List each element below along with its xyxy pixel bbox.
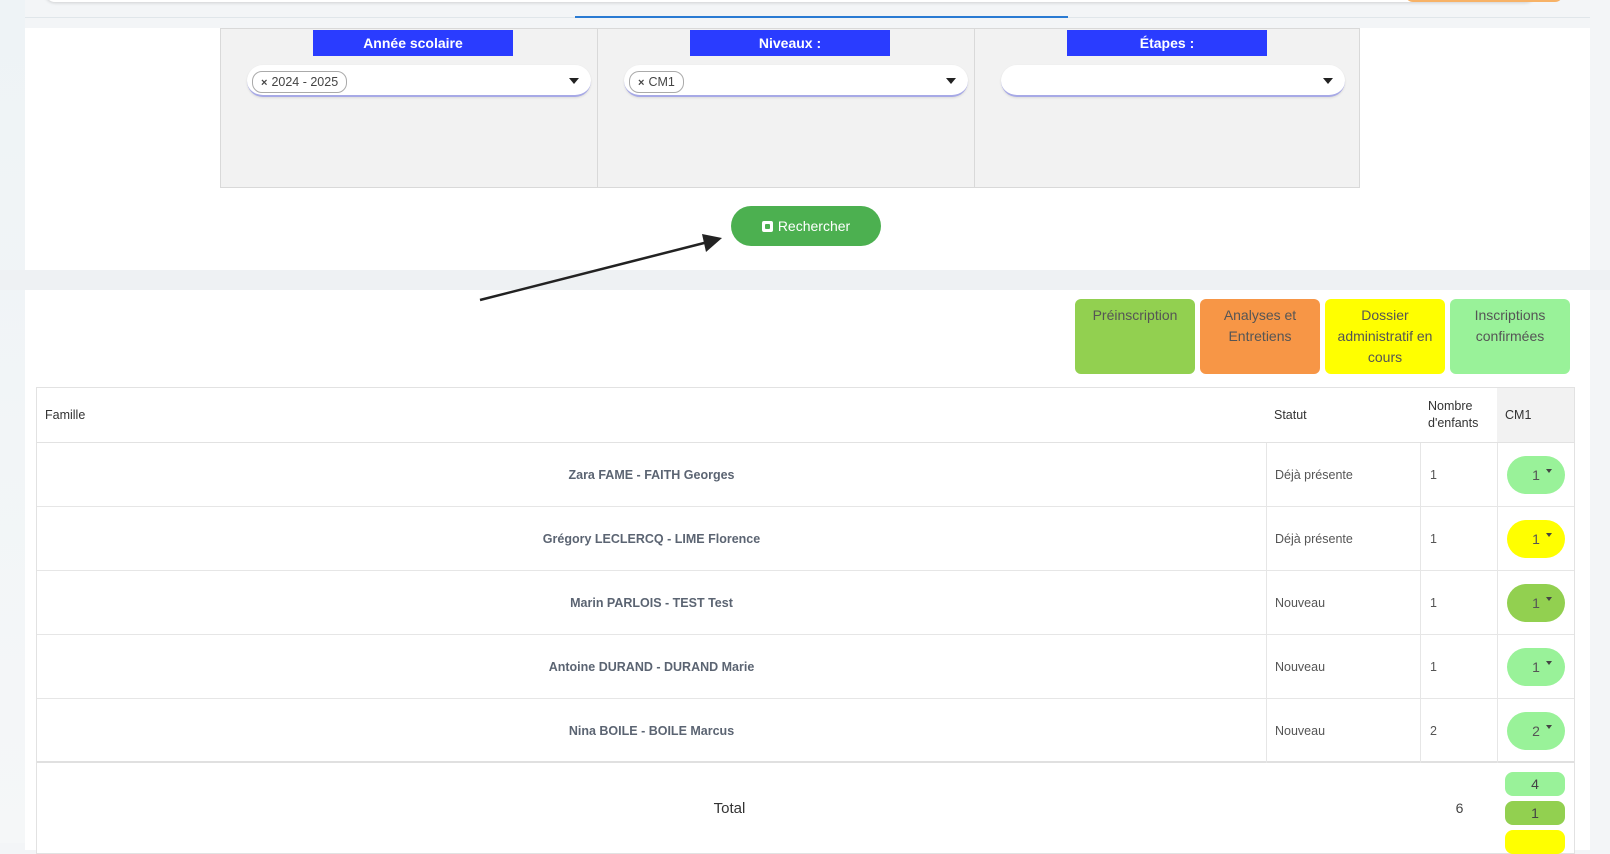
- nombre-cell: 1: [1420, 507, 1497, 571]
- total-preinscription: 1: [1505, 801, 1565, 825]
- header-cm1: CM1: [1497, 388, 1574, 442]
- cm1-count: 1: [1532, 531, 1540, 547]
- filter-annee-scolaire: Année scolaire × 2024 - 2025: [220, 28, 606, 188]
- cm1-dropdown[interactable]: 1: [1507, 456, 1565, 494]
- statut-cell: Nouveau: [1266, 635, 1420, 699]
- annotation-arrow: [479, 234, 722, 302]
- legend-preinscription: Préinscription: [1075, 299, 1195, 374]
- cm1-count: 1: [1532, 659, 1540, 675]
- table-header: Famille Statut Nombre d'enfants CM1: [37, 388, 1574, 443]
- total-dossier: [1505, 830, 1565, 854]
- search-button[interactable]: Rechercher: [731, 206, 881, 246]
- annee-chip-label: 2024 - 2025: [271, 75, 339, 89]
- total-row: Total 6 4 1: [37, 763, 1574, 854]
- legend-label: Analyses et Entretiens: [1223, 307, 1297, 344]
- table-row: Antoine DURAND - DURAND Marie Nouveau 1 …: [37, 635, 1574, 699]
- filter-etapes: Étapes :: [974, 28, 1360, 188]
- share-icon: [761, 221, 773, 232]
- table-row: Zara FAME - FAITH Georges Déjà présente …: [37, 443, 1574, 507]
- niveaux-chip[interactable]: × CM1: [629, 71, 684, 93]
- annee-select[interactable]: × 2024 - 2025: [247, 65, 591, 97]
- cm1-count: 1: [1532, 467, 1540, 483]
- caret-down-icon: [1546, 597, 1552, 601]
- active-tab-underline: [575, 16, 1068, 18]
- header-nombre: Nombre d'enfants: [1428, 399, 1479, 430]
- cm1-cell: 2: [1497, 699, 1574, 763]
- annee-chip[interactable]: × 2024 - 2025: [252, 71, 348, 93]
- total-nombre: 6: [1455, 800, 1464, 816]
- etapes-select[interactable]: [1001, 65, 1345, 97]
- famille-cell: Zara FAME - FAITH Georges: [568, 468, 735, 482]
- legend-label: Inscriptions confirmées: [1474, 307, 1546, 344]
- section-separator: [0, 270, 1610, 290]
- header-famille: Famille: [45, 408, 86, 422]
- famille-cell: Antoine DURAND - DURAND Marie: [548, 660, 755, 674]
- nombre-cell: 1: [1420, 443, 1497, 507]
- legend-dossier: Dossier administratif en cours: [1325, 299, 1445, 374]
- statut-cell: Déjà présente: [1266, 443, 1420, 507]
- legend-label: Préinscription: [1092, 307, 1178, 323]
- table-row: Grégory LECLERCQ - LIME Florence Déjà pr…: [37, 507, 1574, 571]
- filter-title-etapes: Étapes :: [1067, 30, 1267, 56]
- top-orange-button[interactable]: [1405, 0, 1563, 2]
- cm1-cell: 1: [1497, 635, 1574, 699]
- total-label: Total: [713, 799, 746, 817]
- chevron-down-icon[interactable]: [1323, 78, 1333, 84]
- chevron-down-icon[interactable]: [946, 78, 956, 84]
- niveaux-chip-label: CM1: [648, 75, 675, 89]
- caret-down-icon: [1546, 725, 1552, 729]
- chevron-down-icon[interactable]: [569, 78, 579, 84]
- remove-chip-icon[interactable]: ×: [261, 77, 267, 89]
- cm1-cell: 1: [1497, 507, 1574, 571]
- cm1-count: 1: [1532, 595, 1540, 611]
- famille-cell: Grégory LECLERCQ - LIME Florence: [542, 532, 761, 546]
- cm1-cell: 1: [1497, 571, 1574, 635]
- cm1-count: 2: [1532, 723, 1540, 739]
- niveaux-select[interactable]: × CM1: [624, 65, 968, 97]
- header-statut: Statut: [1274, 408, 1307, 422]
- caret-down-icon: [1546, 469, 1552, 473]
- caret-down-icon: [1546, 533, 1552, 537]
- famille-cell: Nina BOILE - BOILE Marcus: [568, 724, 735, 738]
- famille-cell: Marin PARLOIS - TEST Test: [570, 596, 733, 610]
- legend-analyses: Analyses et Entretiens: [1200, 299, 1320, 374]
- cm1-cell: 1: [1497, 443, 1574, 507]
- filter-title-niveaux: Niveaux :: [690, 30, 890, 56]
- total-confirmees: 4: [1505, 772, 1565, 796]
- table-row: Nina BOILE - BOILE Marcus Nouveau 2 2: [37, 699, 1574, 763]
- filter-title-annee: Année scolaire: [313, 30, 513, 56]
- families-table: Famille Statut Nombre d'enfants CM1 Zara…: [36, 387, 1575, 854]
- statut-cell: Déjà présente: [1266, 507, 1420, 571]
- remove-chip-icon[interactable]: ×: [638, 77, 644, 89]
- caret-down-icon: [1546, 661, 1552, 665]
- cm1-dropdown[interactable]: 1: [1507, 584, 1565, 622]
- nombre-cell: 1: [1420, 571, 1497, 635]
- filter-niveaux: Niveaux : × CM1: [597, 28, 983, 188]
- cm1-dropdown[interactable]: 2: [1507, 712, 1565, 750]
- cm1-dropdown[interactable]: 1: [1507, 520, 1565, 558]
- table-row: Marin PARLOIS - TEST Test Nouveau 1 1: [37, 571, 1574, 635]
- search-button-label: Rechercher: [777, 218, 851, 234]
- statut-cell: Nouveau: [1266, 571, 1420, 635]
- legend-inscriptions: Inscriptions confirmées: [1450, 299, 1570, 374]
- nombre-cell: 1: [1420, 635, 1497, 699]
- legend-label: Dossier administratif en cours: [1337, 307, 1433, 365]
- top-card: [45, 0, 1535, 2]
- left-background: [0, 0, 25, 843]
- statut-cell: Nouveau: [1266, 699, 1420, 763]
- cm1-dropdown[interactable]: 1: [1507, 648, 1565, 686]
- nombre-cell: 2: [1420, 699, 1497, 763]
